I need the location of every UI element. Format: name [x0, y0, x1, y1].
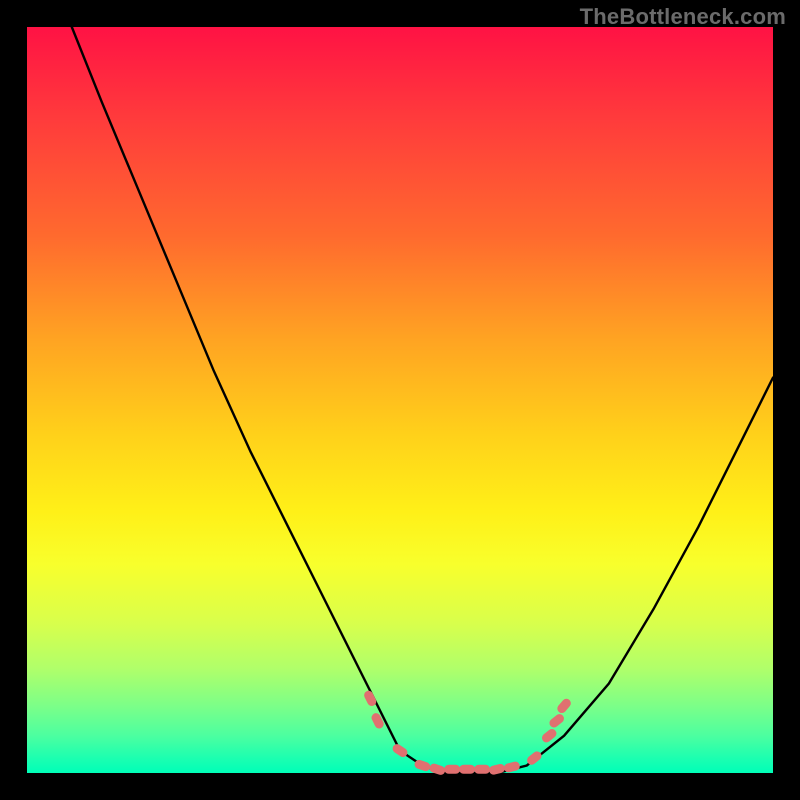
- bottleneck-curve: [72, 27, 773, 773]
- curve-marker: [428, 763, 446, 777]
- curve-markers: [363, 689, 573, 776]
- curve-marker: [391, 742, 409, 758]
- chart-plot-area: [27, 27, 773, 773]
- curve-marker: [363, 689, 378, 707]
- curve-marker: [474, 765, 490, 774]
- chart-frame: TheBottleneck.com: [0, 0, 800, 800]
- curve-marker: [555, 697, 572, 715]
- chart-svg: [27, 27, 773, 773]
- watermark-text: TheBottleneck.com: [580, 4, 786, 30]
- curve-marker: [459, 765, 475, 774]
- curve-marker: [548, 712, 566, 729]
- curve-marker: [444, 765, 460, 774]
